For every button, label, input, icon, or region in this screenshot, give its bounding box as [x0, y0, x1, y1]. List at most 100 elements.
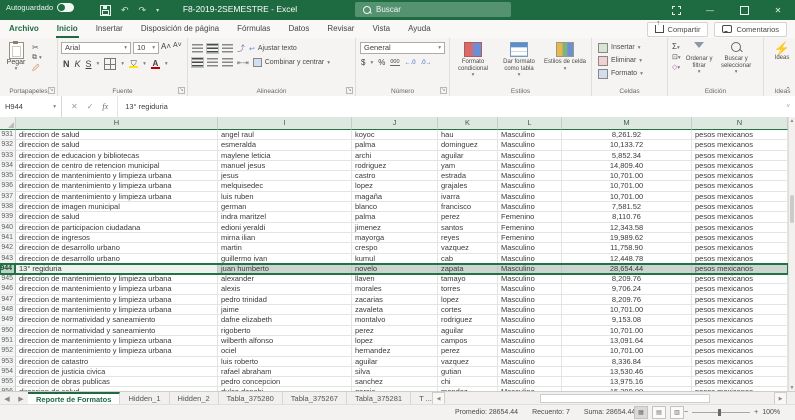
cell-J949[interactable]: montalvo	[352, 315, 438, 325]
wrap-text-button[interactable]: ↩ Ajustar texto	[249, 45, 297, 53]
cell-J953[interactable]: aguilar	[352, 357, 438, 367]
cell-N935[interactable]: pesos mexicanos	[692, 171, 788, 181]
cell-L938[interactable]: Masculino	[498, 202, 562, 212]
cell-H951[interactable]: direccion de mantenimiento y limpieza ur…	[16, 336, 218, 346]
cell-K941[interactable]: reyes	[438, 233, 498, 243]
insert-cells-button[interactable]: Insertar▾	[598, 41, 667, 54]
cell-H942[interactable]: direccion de desarrollo urbano	[16, 243, 218, 253]
cell-M944[interactable]: 28,654.44	[562, 264, 692, 274]
cell-H937[interactable]: direccion de mantenimiento y limpieza ur…	[16, 192, 218, 202]
cell-J936[interactable]: lopez	[352, 181, 438, 191]
cell-M952[interactable]: 10,701.00	[562, 346, 692, 356]
cell-I931[interactable]: angel raul	[218, 130, 352, 140]
format-painter-icon[interactable]: 🖉	[32, 64, 42, 75]
cell-M951[interactable]: 13,091.64	[562, 336, 692, 346]
row-header-955[interactable]: 955	[0, 377, 16, 387]
row-header-941[interactable]: 941	[0, 233, 16, 243]
alignment-dialog-launcher[interactable]: ↘	[346, 87, 353, 94]
cell-M938[interactable]: 7,581.52	[562, 202, 692, 212]
row-header-944[interactable]: 944	[0, 264, 16, 274]
cell-K937[interactable]: ivarra	[438, 192, 498, 202]
cell-H932[interactable]: direccion de salud	[16, 140, 218, 150]
cell-H936[interactable]: direccion de mantenimiento y limpieza ur…	[16, 181, 218, 191]
row-header-951[interactable]: 951	[0, 336, 16, 346]
cell-J952[interactable]: hernandez	[352, 346, 438, 356]
percent-format-icon[interactable]: %	[378, 58, 385, 67]
cell-M942[interactable]: 11,758.90	[562, 243, 692, 253]
cell-L939[interactable]: Femenino	[498, 212, 562, 222]
cell-I946[interactable]: alexis	[218, 284, 352, 294]
cell-M933[interactable]: 5,852.34	[562, 151, 692, 161]
column-header-k[interactable]: K	[438, 117, 498, 130]
row-header-953[interactable]: 953	[0, 357, 16, 367]
cell-K931[interactable]: hau	[438, 130, 498, 140]
search-box[interactable]: Buscar	[355, 2, 511, 17]
cell-J951[interactable]: lopez	[352, 336, 438, 346]
row-header-936[interactable]: 936	[0, 181, 16, 191]
cell-L936[interactable]: Masculino	[498, 181, 562, 191]
cell-N947[interactable]: pesos mexicanos	[692, 295, 788, 305]
cell-N939[interactable]: pesos mexicanos	[692, 212, 788, 222]
cell-N951[interactable]: pesos mexicanos	[692, 336, 788, 346]
horizontal-scroll-thumb[interactable]	[540, 394, 710, 403]
cell-I932[interactable]: esmeralda	[218, 140, 352, 150]
cell-L933[interactable]: Masculino	[498, 151, 562, 161]
cell-L943[interactable]: Masculino	[498, 254, 562, 264]
close-icon[interactable]: ✕	[761, 0, 795, 20]
cell-I939[interactable]: indra maritzel	[218, 212, 352, 222]
copy-icon[interactable]: ⧉ ▾	[32, 54, 42, 62]
row-header-939[interactable]: 939	[0, 212, 16, 222]
align-bottom-icon[interactable]	[222, 44, 233, 53]
cell-J942[interactable]: crespo	[352, 243, 438, 253]
cell-I953[interactable]: luis roberto	[218, 357, 352, 367]
menu-tab-disposici-n-de-p-gina[interactable]: Disposición de página	[132, 20, 228, 38]
cell-M932[interactable]: 10,133.72	[562, 140, 692, 150]
cell-L948[interactable]: Masculino	[498, 305, 562, 315]
comma-format-icon[interactable]: 000	[390, 59, 399, 66]
cell-I934[interactable]: manuel jesus	[218, 161, 352, 171]
cell-N944[interactable]: pesos mexicanos	[692, 264, 788, 274]
cell-K945[interactable]: tamayo	[438, 274, 498, 284]
cell-K950[interactable]: aguilar	[438, 326, 498, 336]
vertical-scrollbar[interactable]: ▲ ▼	[788, 117, 795, 392]
zoom-level[interactable]: 100%	[762, 409, 780, 416]
cell-N953[interactable]: pesos mexicanos	[692, 357, 788, 367]
vertical-scroll-thumb[interactable]	[790, 195, 794, 223]
cell-I933[interactable]: maylene leticia	[218, 151, 352, 161]
cell-J939[interactable]: palma	[352, 212, 438, 222]
cell-H946[interactable]: direccion de mantenimiento y limpieza ur…	[16, 284, 218, 294]
cell-H939[interactable]: direccion de salud	[16, 212, 218, 222]
cell-L946[interactable]: Masculino	[498, 284, 562, 294]
cell-L944[interactable]: Masculino	[498, 264, 562, 274]
cell-K942[interactable]: vazquez	[438, 243, 498, 253]
cell-I936[interactable]: melquisedec	[218, 181, 352, 191]
cell-H949[interactable]: direccion de normatividad y saneamiento	[16, 315, 218, 325]
menu-tab-ayuda[interactable]: Ayuda	[399, 20, 440, 38]
menu-tab-inicio[interactable]: Inicio	[48, 20, 87, 38]
cell-K940[interactable]: santos	[438, 223, 498, 233]
cell-J954[interactable]: silva	[352, 367, 438, 377]
cell-J948[interactable]: zavaleta	[352, 305, 438, 315]
cell-N934[interactable]: pesos mexicanos	[692, 161, 788, 171]
cell-N938[interactable]: pesos mexicanos	[692, 202, 788, 212]
align-center-icon[interactable]	[207, 58, 218, 67]
normal-view-icon[interactable]: ▦	[634, 406, 648, 419]
cell-K935[interactable]: estrada	[438, 171, 498, 181]
grow-font-icon[interactable]: A˄	[161, 42, 171, 54]
cell-M941[interactable]: 19,989.62	[562, 233, 692, 243]
page-break-view-icon[interactable]: ▥	[670, 406, 684, 419]
cell-I935[interactable]: jesus	[218, 171, 352, 181]
font-color-icon[interactable]: A	[151, 60, 160, 69]
row-header-937[interactable]: 937	[0, 192, 16, 202]
cell-J945[interactable]: llaven	[352, 274, 438, 284]
row-header-947[interactable]: 947	[0, 295, 16, 305]
bold-button[interactable]: N	[63, 59, 70, 69]
cell-H934[interactable]: direccion de centro de retencion municip…	[16, 161, 218, 171]
cell-I942[interactable]: martin	[218, 243, 352, 253]
cell-H940[interactable]: direccion de participacion ciudadana	[16, 223, 218, 233]
column-header-i[interactable]: I	[218, 117, 352, 130]
ideas-button[interactable]: ⚡ Ideas	[764, 38, 795, 62]
cell-I955[interactable]: pedro concepcion	[218, 377, 352, 387]
page-layout-view-icon[interactable]: ▤	[652, 406, 666, 419]
italic-button[interactable]: K	[75, 59, 81, 69]
